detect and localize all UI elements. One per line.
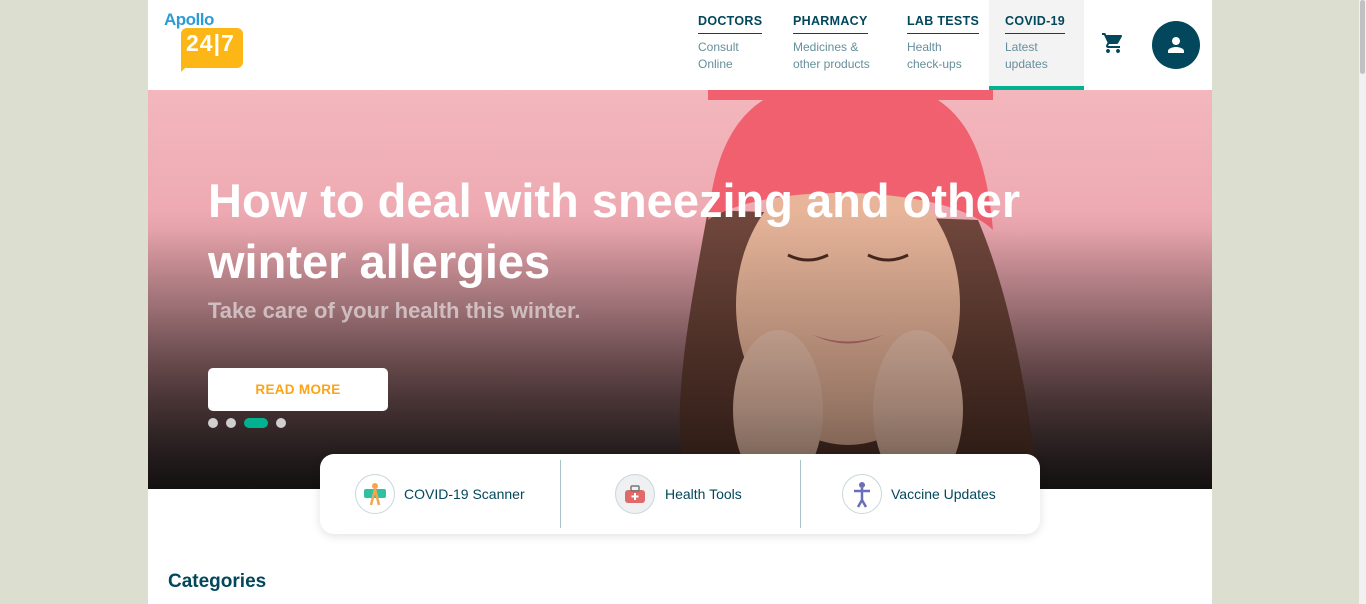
- nav-lab-tests[interactable]: LAB TESTS Health check-ups: [907, 0, 987, 90]
- carousel-dot-3[interactable]: [244, 418, 268, 428]
- hero-subtitle: Take care of your health this winter.: [208, 298, 581, 323]
- hero-banner[interactable]: How to deal with sneezing and other wint…: [148, 90, 1212, 489]
- nav-doctors-title: DOCTORS: [698, 14, 763, 34]
- nav-covid-sub: Latest updates: [1005, 40, 1048, 71]
- quick-link-health-tools[interactable]: Health Tools: [561, 454, 801, 534]
- carousel-dot-2[interactable]: [226, 418, 236, 428]
- logo-brand-text: Apollo: [164, 10, 214, 29]
- categories-heading: Categories: [168, 571, 267, 592]
- nav-covid[interactable]: COVID-19 Latest updates: [989, 0, 1084, 90]
- nav-lab-tests-sub: Health check-ups: [907, 40, 962, 71]
- carousel-dot-4[interactable]: [276, 418, 286, 428]
- nav-pharmacy-sub: Medicines & other products: [793, 40, 870, 71]
- nav-pharmacy[interactable]: PHARMACY Medicines & other products: [793, 0, 893, 90]
- apollo-logo[interactable]: Apollo 24|7: [164, 10, 244, 72]
- nav-lab-tests-title: LAB TESTS: [907, 14, 980, 34]
- health-tools-icon: [615, 474, 655, 514]
- quick-link-vaccine-updates[interactable]: Vaccine Updates: [801, 454, 1041, 534]
- quick-link-health-tools-label: Health Tools: [665, 486, 742, 502]
- logo-number: 24|7: [186, 30, 235, 56]
- nav-covid-title: COVID-19: [1005, 14, 1066, 34]
- page: Apollo 24|7 DOCTORS Consult Online PHARM…: [148, 0, 1212, 604]
- quick-link-covid-scanner[interactable]: COVID-19 Scanner: [320, 454, 560, 534]
- page-scrollbar[interactable]: [1359, 0, 1366, 604]
- quick-link-vaccine-updates-label: Vaccine Updates: [891, 486, 996, 502]
- scrollbar-thumb[interactable]: [1360, 0, 1365, 74]
- read-more-button[interactable]: READ MORE: [208, 368, 388, 411]
- nav-doctors-sub: Consult Online: [698, 40, 739, 71]
- cart-icon[interactable]: [1101, 31, 1125, 55]
- vaccine-icon: [842, 474, 882, 514]
- covid-scanner-icon: [355, 474, 395, 514]
- quick-links-card: COVID-19 Scanner Health Tools Vaccine Up…: [320, 454, 1040, 534]
- user-avatar-button[interactable]: [1152, 21, 1200, 69]
- nav-doctors[interactable]: DOCTORS Consult Online: [698, 0, 773, 90]
- nav-pharmacy-title: PHARMACY: [793, 14, 868, 34]
- carousel-dot-1[interactable]: [208, 418, 218, 428]
- user-icon: [1168, 37, 1184, 53]
- hero-title: How to deal with sneezing and other wint…: [208, 174, 1021, 288]
- site-header: Apollo 24|7 DOCTORS Consult Online PHARM…: [148, 0, 1212, 90]
- quick-link-covid-scanner-label: COVID-19 Scanner: [404, 486, 525, 502]
